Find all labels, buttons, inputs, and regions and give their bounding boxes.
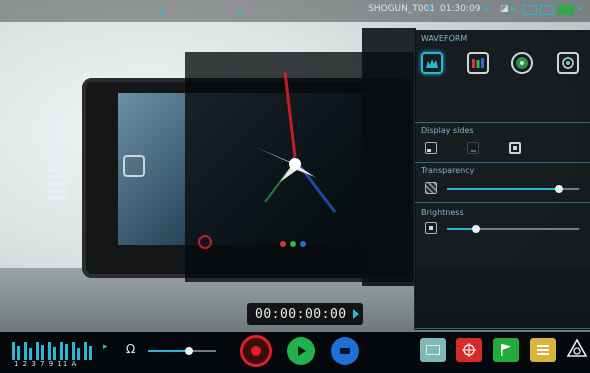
transparency-slider[interactable] [447, 185, 579, 193]
record-icon [251, 346, 261, 356]
waveform-title: WAVEFORM [421, 34, 468, 43]
display-side-center-icon [471, 150, 476, 152]
display-sides-title: Display sides [421, 126, 474, 135]
audio-channels-label: 1 2 3 7 9 11 A [14, 360, 78, 368]
display-side-full-icon [513, 146, 517, 150]
waveform-rgb-parade-button[interactable] [467, 52, 489, 74]
headphone-volume-knob[interactable] [184, 347, 193, 355]
vectorscope-zoom-icon [562, 57, 574, 69]
headphone-icon[interactable]: Ω [126, 342, 135, 356]
panel-divider [415, 122, 590, 123]
flag-icon [501, 344, 511, 356]
waveform-rgb-parade-icon [472, 58, 484, 68]
vectorscope-zoom-button[interactable] [557, 52, 579, 74]
menu-lines-icon [537, 349, 549, 351]
stop-button[interactable] [331, 337, 359, 365]
clip-name[interactable]: SHOGUN_T001 [368, 4, 435, 14]
display-side-center-button[interactable] [467, 142, 479, 154]
scope-settings-panel: WAVEFORM Display sides Transparency Brig… [414, 30, 590, 330]
scope-tool-icon [426, 345, 440, 355]
arrow-icon: ▸ [511, 4, 516, 14]
atomos-logo-button[interactable] [566, 338, 588, 362]
flag-button[interactable] [493, 338, 519, 362]
panel-divider [415, 162, 590, 163]
timecode-display[interactable]: 00:00:00:00 [247, 303, 363, 325]
brightness-title: Brightness [421, 208, 464, 217]
battery-b-icon [540, 5, 554, 15]
camera-feed-level-bars [47, 105, 67, 215]
transparency-slider-knob[interactable] [555, 185, 564, 193]
notes-button[interactable] [530, 338, 556, 362]
monitor-screen: SHOGUN_T001 ▸ 01:30:09 ▸ ◪ ▸ ▸ WAVEFORM … [0, 0, 590, 373]
scope-mode-icon: ◪ [500, 4, 509, 14]
brightness-slider[interactable] [447, 225, 579, 233]
play-button[interactable] [287, 337, 315, 365]
scope-tool-button[interactable] [420, 338, 446, 362]
headphone-volume-slider[interactable] [148, 347, 216, 355]
panel-divider [415, 328, 590, 329]
arrow-icon: ▸ [428, 4, 433, 14]
stop-icon [340, 348, 350, 354]
display-side-full-button[interactable] [509, 142, 521, 154]
vectorscope-button[interactable] [511, 52, 533, 74]
record-time: 01:30:09 [440, 4, 481, 14]
arrow-icon [353, 309, 359, 319]
arrow-icon: ▸ [103, 342, 108, 352]
status-dot [160, 10, 164, 14]
top-status-bar: SHOGUN_T001 ▸ 01:30:09 ▸ ◪ ▸ ▸ [0, 0, 590, 22]
headphone-volume-fill [148, 350, 189, 352]
battery-level-icon [558, 5, 574, 15]
panel-divider [415, 202, 590, 203]
waveform-luma-button[interactable] [421, 52, 443, 74]
status-dot [238, 10, 242, 14]
audio-meters[interactable] [10, 338, 98, 360]
scope-overlay-edge [362, 28, 416, 286]
atomos-logo-icon [566, 338, 588, 357]
display-side-left-icon [427, 149, 431, 152]
vectorscope-icon [516, 57, 528, 69]
brightness-icon [425, 222, 437, 234]
waveform-luma-icon [426, 59, 438, 68]
arrow-icon: ▸ [578, 4, 583, 14]
record-button[interactable] [240, 335, 272, 367]
transparency-title: Transparency [421, 166, 475, 175]
timecode-value: 00:00:00:00 [255, 307, 347, 322]
brightness-icon-dot [429, 226, 433, 230]
arrow-icon: ▸ [484, 4, 489, 14]
display-side-left-button[interactable] [425, 142, 437, 154]
play-icon [298, 346, 306, 356]
battery-a-icon [523, 5, 537, 15]
transparency-icon [425, 182, 437, 194]
crosshair-icon [462, 343, 476, 357]
transparency-slider-fill [447, 188, 560, 190]
focus-peaking-button[interactable] [456, 338, 482, 362]
camera-feed-device-button [123, 155, 145, 177]
brightness-slider-knob[interactable] [472, 225, 481, 233]
